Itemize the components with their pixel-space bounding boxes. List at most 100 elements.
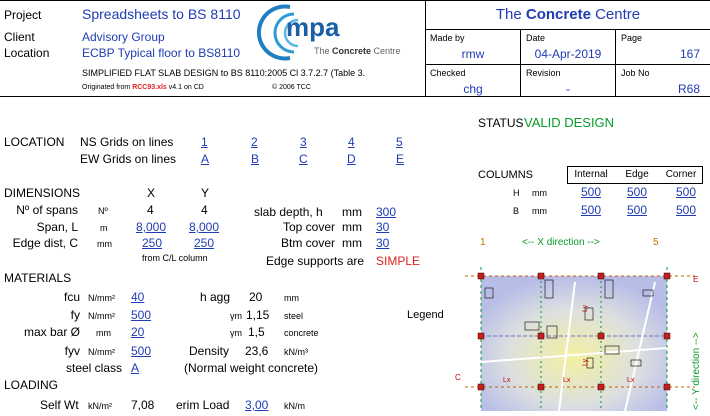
gamma-concrete-unit: concrete bbox=[284, 328, 319, 338]
column-b-corner[interactable]: 500 bbox=[676, 203, 696, 217]
fcu-unit: N/mm² bbox=[88, 293, 115, 303]
ly-label-2: Ly bbox=[582, 358, 589, 366]
column-marker bbox=[537, 332, 545, 340]
column-marker bbox=[477, 383, 485, 391]
status-label: STATUS bbox=[478, 116, 524, 130]
spans-y: 4 bbox=[201, 203, 208, 217]
fyv-label: fyv bbox=[64, 344, 80, 358]
edge-dist-y[interactable]: 250 bbox=[194, 236, 214, 250]
column-marker bbox=[537, 383, 545, 391]
top-cover-value[interactable]: 30 bbox=[376, 220, 389, 234]
spans-unit: Nº bbox=[98, 206, 108, 216]
client-value[interactable]: Advisory Group bbox=[82, 30, 165, 44]
page-label: Page bbox=[621, 33, 643, 43]
column-h-label: H bbox=[513, 188, 520, 198]
gamma-steel-unit: steel bbox=[284, 311, 304, 321]
project-value[interactable]: Spreadsheets to BS 8110 bbox=[82, 6, 241, 22]
max-bar-unit: mm bbox=[96, 328, 111, 338]
ns-grid-3[interactable]: 3 bbox=[300, 135, 307, 149]
dimensions-label: DIMENSIONS bbox=[4, 186, 81, 200]
ew-grid-a[interactable]: A bbox=[201, 152, 209, 166]
span-x[interactable]: 8,000 bbox=[136, 220, 166, 234]
perimeter-load-label: erim Load bbox=[176, 398, 230, 412]
slab-depth-label: slab depth, h bbox=[254, 205, 323, 219]
originated-note: Originated from RCC93.xls v4.1 on CD bbox=[82, 84, 204, 91]
ns-grid-4[interactable]: 4 bbox=[348, 135, 355, 149]
checked-value[interactable]: chg bbox=[426, 82, 520, 96]
made-by-label: Made by bbox=[430, 33, 465, 43]
job-label: Job No bbox=[621, 68, 650, 78]
spans-x: 4 bbox=[147, 203, 154, 217]
fyv-unit: N/mm² bbox=[88, 347, 115, 357]
ew-grid-b[interactable]: B bbox=[251, 152, 259, 166]
column-b-unit: mm bbox=[532, 206, 547, 216]
fy-unit: N/mm² bbox=[88, 311, 115, 321]
column-b-label: B bbox=[513, 206, 520, 216]
made-by-value[interactable]: rmw bbox=[426, 47, 520, 61]
revision-label: Revision bbox=[526, 68, 561, 78]
gamma-steel-label: γm bbox=[230, 311, 242, 321]
slab-plan-diagram: E C Lx Lx Lx Ly Ly <-- Y direction --> bbox=[455, 262, 710, 412]
top-cover-unit: mm bbox=[342, 220, 362, 234]
legend-label: Legend bbox=[407, 309, 444, 321]
ns-grid-1[interactable]: 1 bbox=[201, 135, 208, 149]
span-unit: m bbox=[100, 223, 108, 233]
ew-grid-c[interactable]: C bbox=[299, 152, 308, 166]
page-value[interactable]: 167 bbox=[616, 47, 700, 61]
lx-label-1: Lx bbox=[503, 377, 511, 384]
job-value[interactable]: R68 bbox=[616, 82, 700, 96]
column-b-edge[interactable]: 500 bbox=[615, 203, 659, 217]
steel-class-value[interactable]: A bbox=[131, 361, 139, 375]
fyv-value[interactable]: 500 bbox=[131, 344, 151, 358]
dim-x-head: X bbox=[147, 186, 156, 200]
ns-grid-2[interactable]: 2 bbox=[251, 135, 258, 149]
edge-supports-label: Edge supports are bbox=[266, 254, 365, 268]
top-cover-label: Top cover bbox=[282, 220, 335, 234]
gamma-steel-value: 1,15 bbox=[246, 308, 270, 322]
col-header-corner: Corner bbox=[665, 169, 697, 180]
self-weight-value: 7,08 bbox=[131, 398, 155, 412]
checked-label: Checked bbox=[430, 68, 466, 78]
fy-value[interactable]: 500 bbox=[131, 308, 151, 322]
ns-grids-label: NS Grids on lines bbox=[80, 135, 174, 149]
fcu-value[interactable]: 40 bbox=[131, 290, 144, 304]
weight-note: (Normal weight concrete) bbox=[184, 361, 319, 375]
fy-label: fy bbox=[70, 308, 80, 322]
edge-supports-value: SIMPLE bbox=[376, 254, 421, 268]
column-marker bbox=[537, 272, 545, 280]
perimeter-load-value[interactable]: 3,00 bbox=[245, 398, 268, 412]
max-bar-value[interactable]: 20 bbox=[131, 325, 144, 339]
direction-right-grid: 5 bbox=[653, 237, 659, 248]
edge-dist-unit: mm bbox=[97, 239, 112, 249]
ew-grid-d[interactable]: D bbox=[347, 152, 356, 166]
column-marker bbox=[663, 332, 671, 340]
date-value[interactable]: 04-Apr-2019 bbox=[521, 47, 615, 61]
ns-grid-5[interactable]: 5 bbox=[396, 135, 403, 149]
column-marker bbox=[597, 383, 605, 391]
btm-cover-value[interactable]: 30 bbox=[376, 236, 389, 250]
mpa-logo: mpa The Concrete Centre bbox=[256, 2, 421, 64]
ly-label-1: Ly bbox=[582, 304, 589, 312]
column-h-edge[interactable]: 500 bbox=[615, 185, 659, 199]
perimeter-load-unit: kN/m bbox=[284, 401, 305, 411]
slab-depth-value[interactable]: 300 bbox=[376, 205, 396, 219]
revision-value[interactable]: - bbox=[521, 82, 615, 96]
header-top-border bbox=[0, 0, 710, 1]
project-label: Project bbox=[4, 8, 42, 22]
edge-dist-x[interactable]: 250 bbox=[142, 236, 162, 250]
col-header-internal: Internal bbox=[574, 169, 608, 180]
ew-grids-label: EW Grids on lines bbox=[80, 152, 177, 166]
client-label: Client bbox=[4, 30, 35, 44]
ew-grid-e[interactable]: E bbox=[396, 152, 404, 166]
columns-label: COLUMNS bbox=[478, 169, 534, 181]
column-h-internal[interactable]: 500 bbox=[567, 185, 615, 199]
location-value[interactable]: ECBP Typical floor to BS8110 bbox=[82, 46, 240, 60]
edge-letter-e: E bbox=[693, 275, 698, 284]
materials-label: MATERIALS bbox=[4, 271, 72, 285]
spans-label: Nº of spans bbox=[16, 203, 78, 217]
span-y[interactable]: 8,000 bbox=[189, 220, 219, 234]
column-b-internal[interactable]: 500 bbox=[567, 203, 615, 217]
h-agg-label: h agg bbox=[200, 290, 231, 304]
density-label: Density bbox=[189, 344, 230, 358]
column-h-corner[interactable]: 500 bbox=[676, 185, 696, 199]
